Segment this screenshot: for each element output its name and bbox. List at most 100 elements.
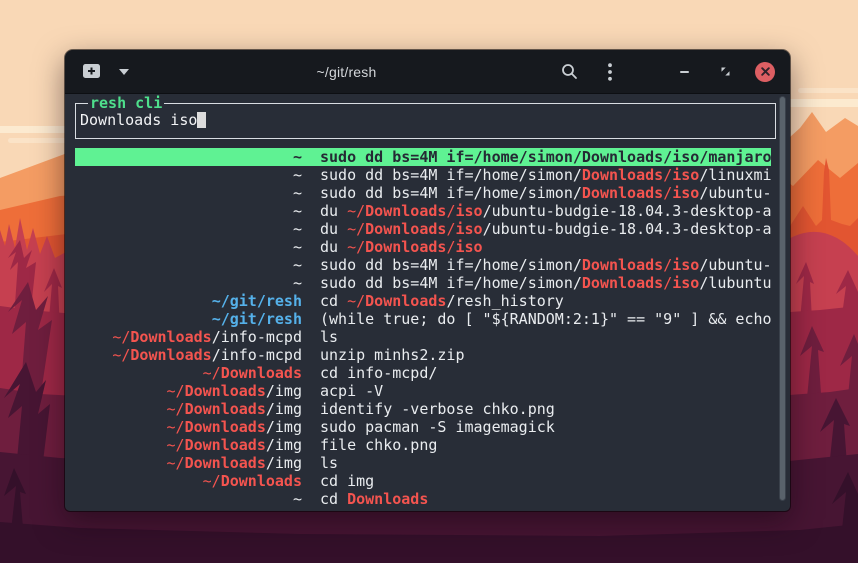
text-segment: ~/git/resh xyxy=(212,292,302,310)
row-context: ~ xyxy=(75,238,302,256)
history-row[interactable]: ~/Downloads/info-mcpdls xyxy=(75,328,771,346)
column-gap xyxy=(302,436,320,454)
new-tab-button[interactable] xyxy=(80,61,102,83)
text-segment: cd xyxy=(320,292,347,310)
history-row[interactable]: ~sudo dd bs=4M if=/home/simon/Downloads/… xyxy=(75,184,771,202)
text-cursor xyxy=(197,112,206,128)
text-segment: cd img xyxy=(320,472,374,490)
text-segment: /img xyxy=(266,436,302,454)
column-gap xyxy=(302,220,320,238)
text-segment: ~ xyxy=(293,238,302,256)
search-query-text: Downloads iso xyxy=(80,111,197,129)
text-segment: Downloads xyxy=(185,418,266,436)
row-command: file chko.png xyxy=(320,436,771,454)
text-segment: Downloads xyxy=(185,436,266,454)
history-row[interactable]: ~/Downloads/img sudo pacman -S imagemagic… xyxy=(75,418,771,436)
text-segment: Downloads xyxy=(130,346,211,364)
column-gap xyxy=(302,472,320,490)
window-title: ~/git/resh xyxy=(135,64,558,80)
text-segment: ~/ xyxy=(167,436,185,454)
row-command: unzip minhs2.zip xyxy=(320,346,771,364)
row-context: ~ xyxy=(75,220,302,238)
history-row[interactable]: ~/Downloads/imgacpi -V xyxy=(75,382,771,400)
text-segment: sudo pacman -S imagemagick xyxy=(320,418,555,436)
row-context: ~ xyxy=(75,148,302,166)
text-segment: Downloads xyxy=(347,490,428,508)
history-row[interactable]: ~ cd Downloads xyxy=(75,490,771,508)
text-segment: /img xyxy=(266,418,302,436)
history-row[interactable]: ~/Downloads/img identify -verbose chko.pn… xyxy=(75,400,771,418)
history-row[interactable]: ~du ~/Downloads/iso/ubuntu-budgie-18.04.… xyxy=(75,220,771,238)
text-segment: ~/ xyxy=(112,346,130,364)
row-command: du ~/Downloads/iso/ubuntu-budgie-18.04.3… xyxy=(320,202,771,220)
text-segment: (while true; do [ "${RANDOM:2:1}" == "9"… xyxy=(320,310,771,328)
row-command: cd info-mcpd/ xyxy=(320,364,771,382)
history-row[interactable]: ~/git/reshcd ~/Downloads/resh_history xyxy=(75,292,771,310)
search-button[interactable] xyxy=(558,61,580,83)
row-command: ls xyxy=(320,454,771,472)
row-context: ~/Downloads/img xyxy=(75,454,302,472)
text-segment: ~/ xyxy=(112,328,130,346)
text-segment: iso xyxy=(672,184,699,202)
text-segment: ~ xyxy=(293,490,302,508)
text-segment: iso xyxy=(672,256,699,274)
column-gap xyxy=(302,166,320,184)
close-button[interactable] xyxy=(755,62,775,82)
text-segment: /lubuntu xyxy=(699,274,771,292)
history-row[interactable]: ~ du ~/Downloads/iso xyxy=(75,238,771,256)
row-context: ~/Downloads/img xyxy=(75,400,302,418)
row-context: ~ xyxy=(75,256,302,274)
search-input[interactable]: Downloads iso xyxy=(76,104,775,129)
row-command: sudo dd bs=4M if=/home/simon/Downloads/i… xyxy=(320,166,771,184)
row-command: du ~/Downloads/iso xyxy=(320,238,771,256)
text-segment: unzip minhs2.zip xyxy=(320,346,465,364)
tab-switcher-caret-button[interactable] xyxy=(113,61,135,83)
row-command: identify -verbose chko.png xyxy=(320,400,771,418)
titlebar[interactable]: ~/git/resh xyxy=(65,50,790,94)
column-gap xyxy=(302,310,320,328)
text-segment: ~/git/resh xyxy=(212,310,302,328)
text-segment: ~/ xyxy=(167,382,185,400)
history-row[interactable]: ~du ~/Downloads/iso/ubuntu-budgie-18.04.… xyxy=(75,202,771,220)
column-gap xyxy=(302,490,320,508)
text-segment: ~ xyxy=(293,274,302,292)
history-row[interactable]: ~/Downloads/info-mcpd unzip minhs2.zip xyxy=(75,346,771,364)
text-segment: iso xyxy=(455,220,482,238)
text-segment: /ubuntu-budgie-18.04.3-desktop-a xyxy=(483,202,771,220)
row-context: ~/Downloads/info-mcpd xyxy=(75,346,302,364)
history-row[interactable]: ~/Downloadscd img xyxy=(75,472,771,490)
text-segment: ~/ xyxy=(167,418,185,436)
history-row[interactable]: ~sudo dd bs=4M if=/home/simon/Downloads/… xyxy=(75,166,771,184)
column-gap xyxy=(302,184,320,202)
scrollbar-thumb[interactable] xyxy=(779,96,786,501)
text-segment: du xyxy=(320,220,347,238)
text-segment: /ubuntu- xyxy=(699,184,771,202)
history-row[interactable]: ~/Downloads/img ls xyxy=(75,454,771,472)
search-icon xyxy=(561,63,578,80)
text-segment: sudo dd bs=4M if=/home/simon/ xyxy=(320,166,582,184)
menu-button[interactable] xyxy=(599,61,621,83)
column-gap xyxy=(302,454,320,472)
history-row-selected[interactable]: ~sudo dd bs=4M if=/home/simon/Downloads/… xyxy=(75,148,771,166)
text-segment: ~/ xyxy=(347,202,365,220)
text-segment: cd xyxy=(320,490,347,508)
text-segment: /linuxmi xyxy=(699,166,771,184)
column-gap xyxy=(302,202,320,220)
row-command: sudo pacman -S imagemagick xyxy=(320,418,771,436)
history-row[interactable]: ~sudo dd bs=4M if=/home/simon/Downloads/… xyxy=(75,274,771,292)
scrollbar[interactable] xyxy=(778,96,787,501)
history-row[interactable]: ~sudo dd bs=4M if=/home/simon/Downloads/… xyxy=(75,256,771,274)
close-icon xyxy=(761,67,770,76)
text-segment: file chko.png xyxy=(320,436,437,454)
history-row[interactable]: ~/git/resh (while true; do [ "${RANDOM:2:… xyxy=(75,310,771,328)
text-segment: iso xyxy=(672,166,699,184)
column-gap xyxy=(302,274,320,292)
history-row[interactable]: ~/Downloads/img file chko.png xyxy=(75,436,771,454)
text-segment: / xyxy=(663,184,672,202)
text-segment: sudo dd bs=4M if=/home/simon/ xyxy=(320,256,582,274)
minimize-button[interactable] xyxy=(673,61,695,83)
column-gap xyxy=(302,328,320,346)
history-row[interactable]: ~/Downloadscd info-mcpd/ xyxy=(75,364,771,382)
text-segment: /img xyxy=(266,454,302,472)
restore-button[interactable] xyxy=(714,61,736,83)
